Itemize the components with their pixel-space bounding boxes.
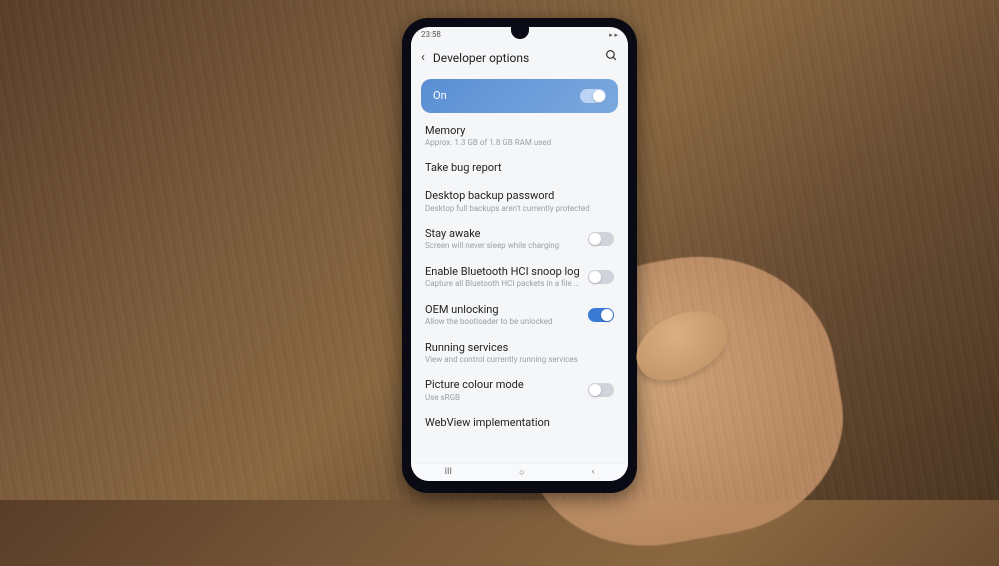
thumb bbox=[625, 295, 737, 394]
stay-awake-switch[interactable] bbox=[588, 232, 614, 246]
item-subtitle: Capture all Bluetooth HCI packets in a f… bbox=[425, 279, 580, 289]
item-title: Picture colour mode bbox=[425, 378, 580, 391]
page-title: Developer options bbox=[433, 51, 597, 65]
item-desktop-backup[interactable]: Desktop backup password Desktop full bac… bbox=[411, 182, 628, 220]
screen: 23:58 ▸ ▸ ‹ Developer options On Memory … bbox=[411, 27, 628, 481]
bluetooth-hci-switch[interactable] bbox=[588, 270, 614, 284]
master-toggle-row[interactable]: On bbox=[421, 79, 618, 113]
nav-bar: III ○ ‹ bbox=[411, 463, 628, 481]
status-icons: ▸ ▸ bbox=[609, 31, 618, 39]
nav-back-icon[interactable]: ‹ bbox=[592, 467, 595, 477]
item-subtitle: Approx. 1.3 GB of 1.8 GB RAM used bbox=[425, 138, 614, 148]
item-title: Running services bbox=[425, 341, 614, 354]
item-memory[interactable]: Memory Approx. 1.3 GB of 1.8 GB RAM used bbox=[411, 117, 628, 155]
item-subtitle: Allow the bootloader to be unlocked bbox=[425, 317, 580, 327]
item-subtitle: Desktop full backups aren't currently pr… bbox=[425, 204, 614, 214]
item-running-services[interactable]: Running services View and control curren… bbox=[411, 334, 628, 372]
item-picture-colour[interactable]: Picture colour mode Use sRGB bbox=[411, 371, 628, 409]
item-bug-report[interactable]: Take bug report bbox=[411, 154, 628, 182]
picture-colour-switch[interactable] bbox=[588, 383, 614, 397]
search-icon[interactable] bbox=[605, 49, 618, 66]
item-bluetooth-hci[interactable]: Enable Bluetooth HCI snoop log Capture a… bbox=[411, 258, 628, 296]
app-header: ‹ Developer options bbox=[411, 43, 628, 73]
item-title: Stay awake bbox=[425, 227, 580, 240]
master-toggle-label: On bbox=[433, 89, 447, 102]
item-title: Take bug report bbox=[425, 161, 614, 174]
item-subtitle: Use sRGB bbox=[425, 393, 580, 403]
status-time: 23:58 bbox=[421, 30, 441, 39]
phone-frame: 23:58 ▸ ▸ ‹ Developer options On Memory … bbox=[402, 18, 637, 493]
item-title: Desktop backup password bbox=[425, 189, 614, 202]
item-title: Memory bbox=[425, 124, 614, 137]
oem-unlocking-switch[interactable] bbox=[588, 308, 614, 322]
item-title: Enable Bluetooth HCI snoop log bbox=[425, 265, 580, 278]
nav-home-icon[interactable]: ○ bbox=[519, 467, 524, 478]
item-stay-awake[interactable]: Stay awake Screen will never sleep while… bbox=[411, 220, 628, 258]
item-title: OEM unlocking bbox=[425, 303, 580, 316]
settings-list[interactable]: Memory Approx. 1.3 GB of 1.8 GB RAM used… bbox=[411, 115, 628, 463]
item-subtitle: View and control currently running servi… bbox=[425, 355, 614, 365]
item-subtitle: Screen will never sleep while charging bbox=[425, 241, 580, 251]
item-title: WebView implementation bbox=[425, 416, 614, 429]
master-toggle-switch[interactable] bbox=[580, 89, 606, 103]
back-icon[interactable]: ‹ bbox=[421, 50, 425, 65]
nav-recent-icon[interactable]: III bbox=[445, 467, 452, 477]
item-oem-unlocking[interactable]: OEM unlocking Allow the bootloader to be… bbox=[411, 296, 628, 334]
item-webview[interactable]: WebView implementation bbox=[411, 409, 628, 437]
